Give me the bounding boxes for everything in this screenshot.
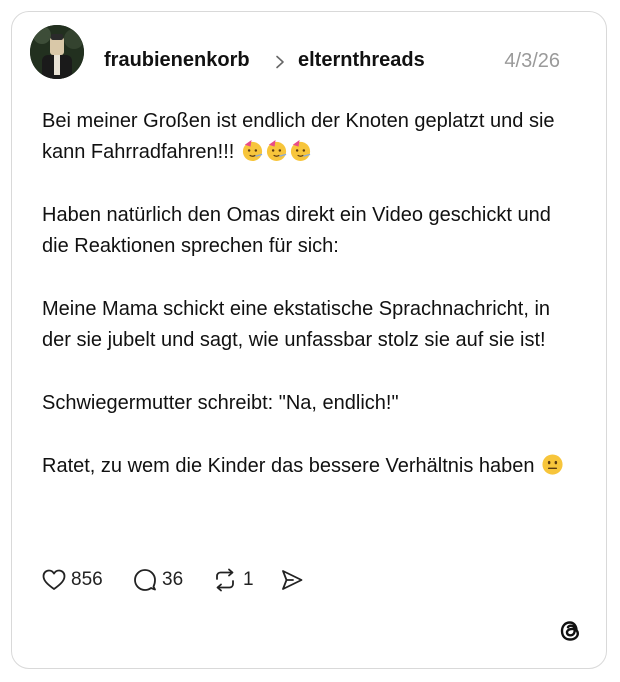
action-bar: 856 36 1 [42, 567, 362, 593]
partying-face-emoji-icon [242, 139, 263, 162]
post-paragraph: Haben natürlich den Omas direkt ein Vide… [42, 200, 572, 262]
paragraph-text: Ratet, zu wem die Kinder das bessere Ver… [42, 455, 535, 477]
avatar[interactable] [30, 25, 84, 79]
send-icon [282, 570, 303, 590]
repost-count: 1 [243, 569, 254, 590]
like-count: 856 [71, 569, 103, 590]
community-name[interactable]: elternthreads [298, 49, 425, 72]
repost-button[interactable]: 1 [212, 567, 254, 593]
like-button[interactable]: 856 [42, 567, 103, 593]
post-paragraph: Schwiegermutter schreibt: "Na, endlich!" [42, 388, 572, 419]
partying-face-emoji-icon [290, 139, 311, 162]
post-date: 4/3/26 [504, 50, 560, 72]
post-paragraph: Bei meiner Großen ist endlich der Knoten… [42, 106, 572, 168]
post-paragraph: Ratet, zu wem die Kinder das bessere Ver… [42, 451, 572, 482]
chevron-right-icon [276, 55, 284, 69]
paragraph-text: Haben natürlich den Omas direkt ein Vide… [42, 204, 551, 257]
repost-icon [216, 568, 234, 592]
neutral-face-emoji-icon [542, 454, 563, 475]
paragraph-text: Meine Mama schickt eine ekstatische Spra… [42, 298, 551, 351]
post-paragraph: Meine Mama schickt eine ekstatische Spra… [42, 294, 572, 356]
author-name[interactable]: fraubienenkorb [104, 49, 250, 72]
partying-face-emoji-icon [266, 139, 287, 162]
threads-logo-icon [560, 621, 580, 641]
reply-count: 36 [162, 569, 184, 590]
speech-bubble-icon [134, 569, 156, 591]
paragraph-text: Schwiegermutter schreibt: "Na, endlich!" [42, 392, 399, 414]
post-header: fraubienenkorb elternthreads 4/3/26 [30, 25, 560, 89]
heart-icon [42, 569, 66, 590]
reply-button[interactable]: 36 [133, 567, 183, 593]
post-body: Bei meiner Großen ist endlich der Knoten… [42, 106, 572, 514]
share-button[interactable] [280, 567, 304, 593]
